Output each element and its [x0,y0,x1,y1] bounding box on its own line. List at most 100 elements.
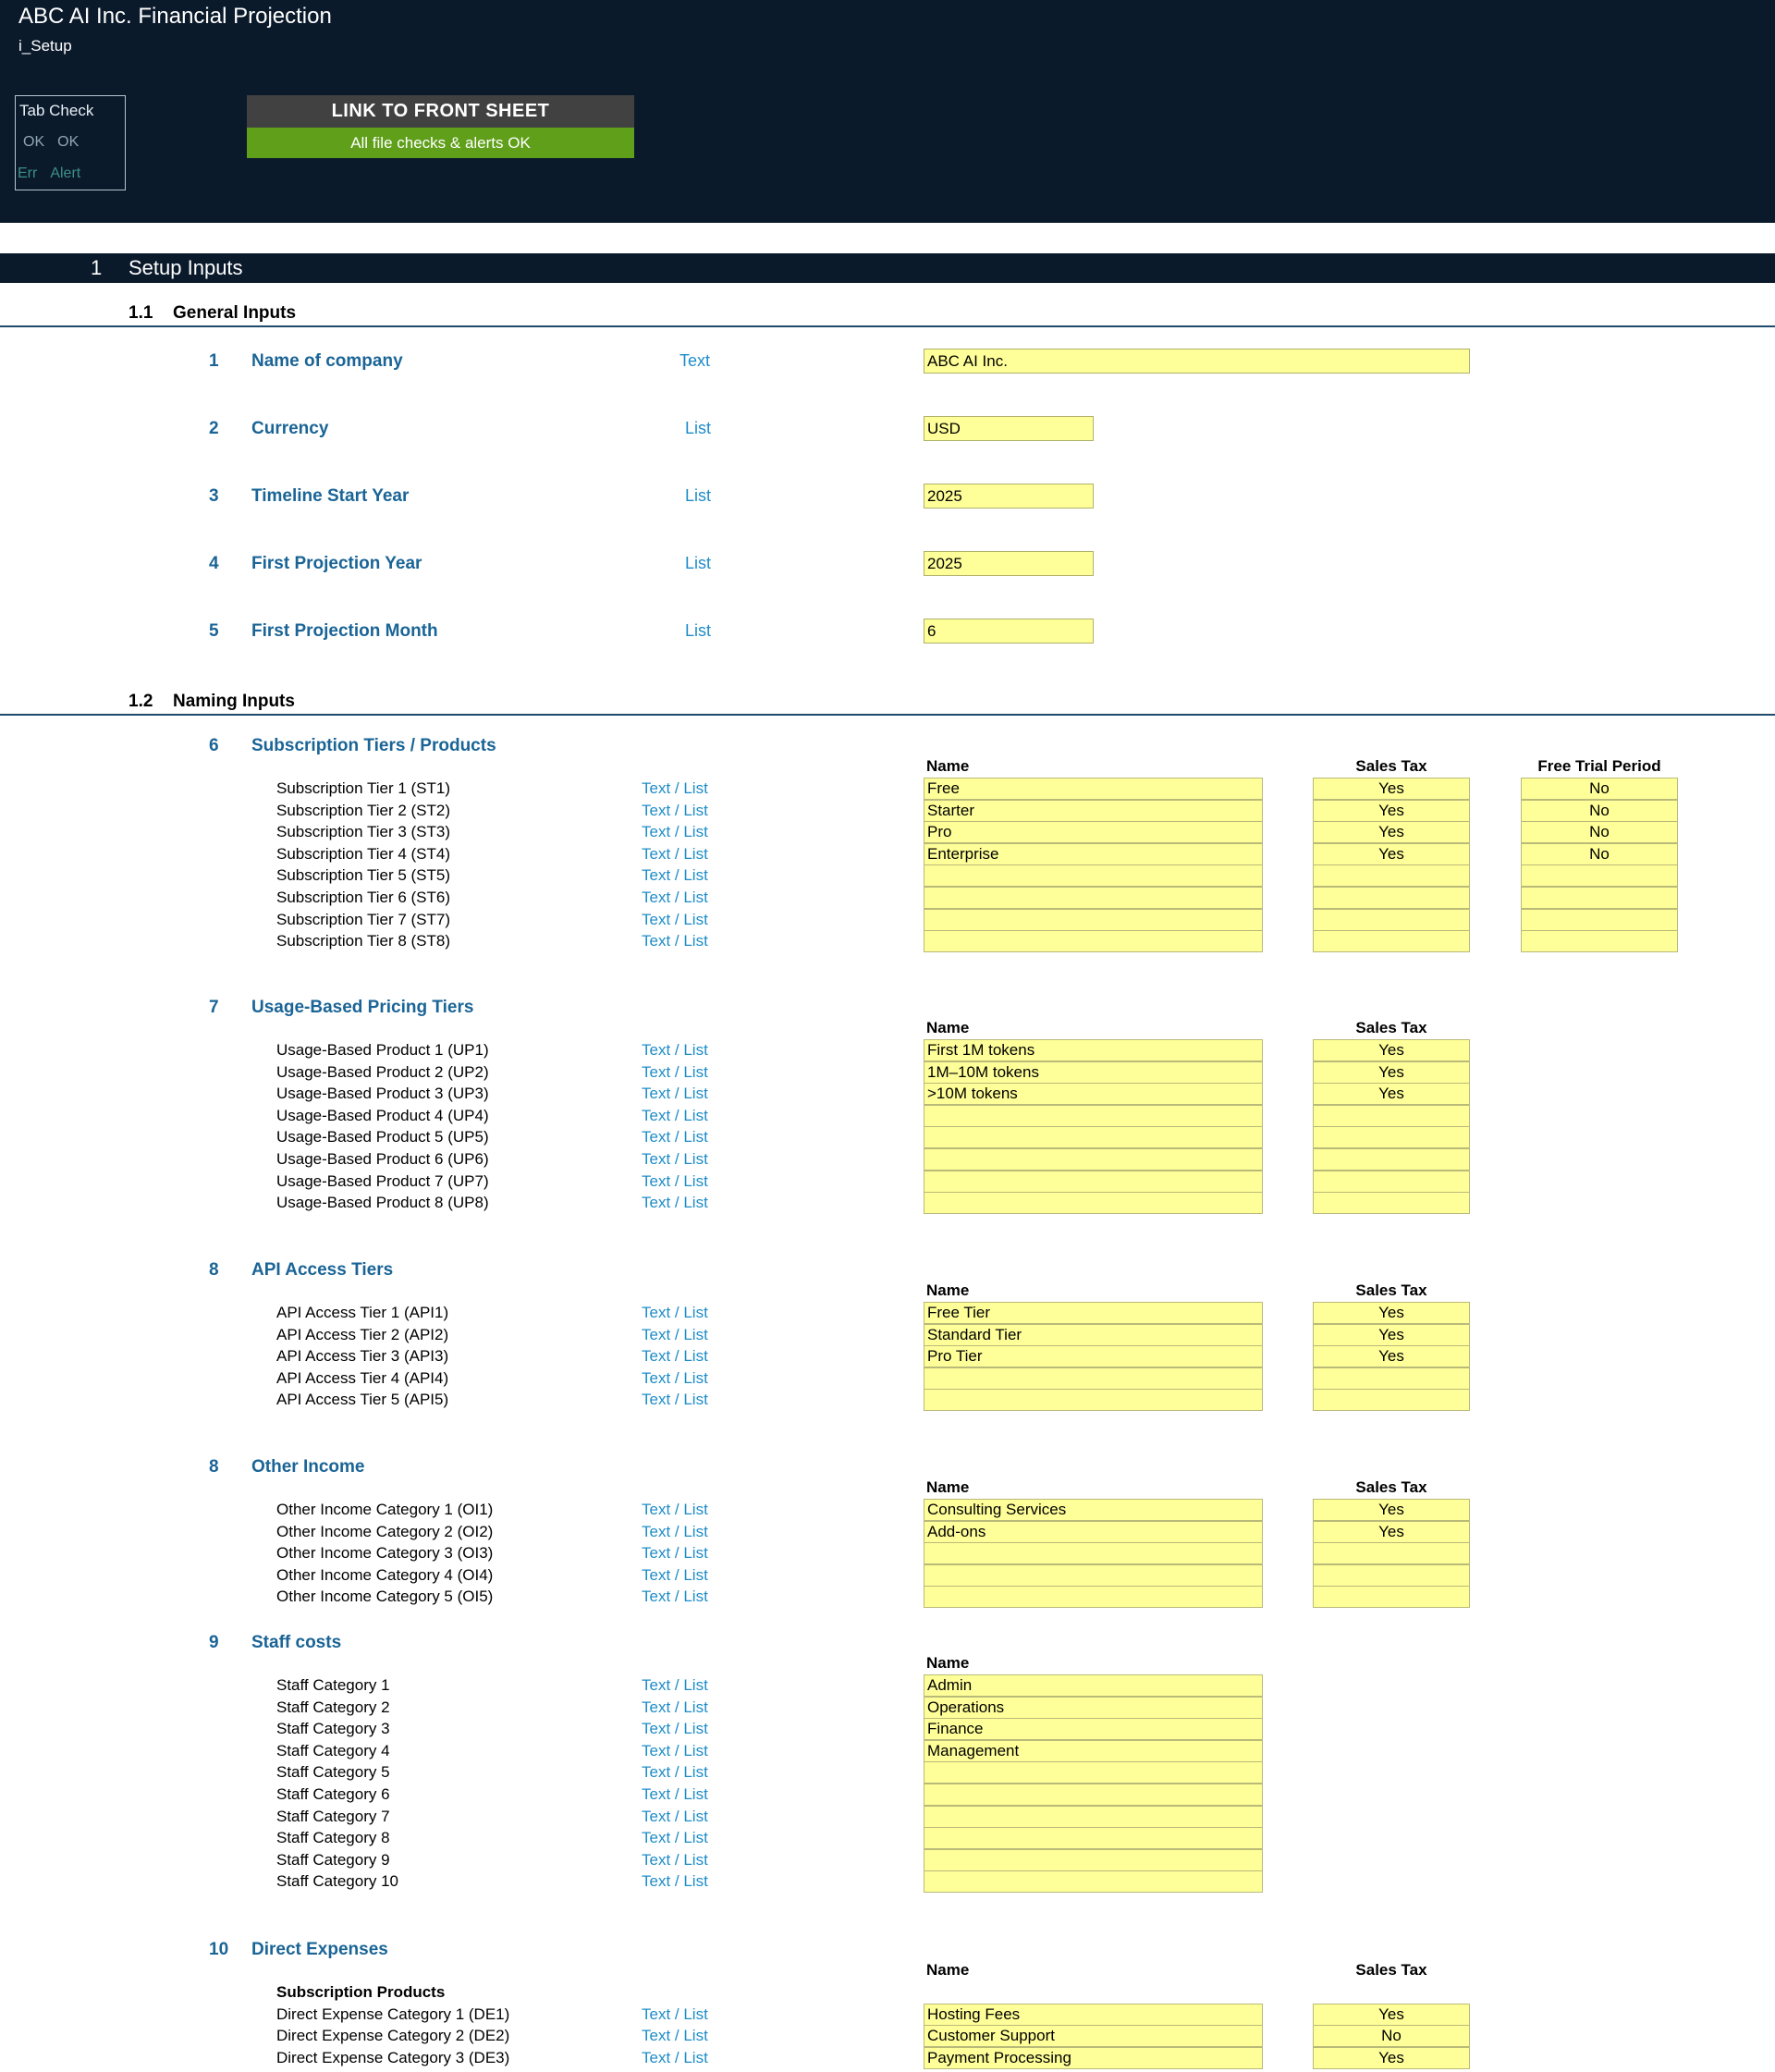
name-input-cell[interactable]: Enterprise [924,842,1263,865]
name-input-cell[interactable]: Consulting Services [924,1499,1263,1521]
sales-tax-select-cell[interactable] [1313,1126,1470,1149]
sales-tax-select-cell[interactable]: Yes [1313,842,1470,865]
name-input-cell[interactable]: Add-ons [924,1520,1263,1543]
first-projection-year-select[interactable]: 2025 [924,551,1094,576]
name-input-cell[interactable]: Free Tier [924,1302,1263,1324]
row-type-link[interactable]: Text / List [642,1128,708,1146]
row-type-link[interactable]: Text / List [642,889,708,907]
sales-tax-select-cell[interactable]: No [1313,2025,1470,2048]
row-type-link[interactable]: Text / List [642,1194,708,1212]
free-trial-select-cell[interactable]: No [1521,821,1678,844]
row-type-link[interactable]: Text / List [642,1304,708,1322]
name-input-cell[interactable] [924,1126,1263,1149]
row-type-link[interactable]: Text / List [642,1501,708,1519]
row-type-link[interactable]: Text / List [642,932,708,950]
sales-tax-select-cell[interactable] [1313,887,1470,909]
row-type-link[interactable]: Text / List [642,1808,708,1826]
row-type-link[interactable]: Text / List [642,1851,708,1870]
row-type-link[interactable]: Text / List [642,1872,708,1891]
sales-tax-select-cell[interactable]: Yes [1313,1345,1470,1368]
free-trial-select-cell[interactable]: No [1521,778,1678,800]
row-type-link[interactable]: Text / List [642,1763,708,1782]
name-input-cell[interactable] [924,1104,1263,1127]
row-type-link[interactable]: Text / List [642,1085,708,1103]
name-input-cell[interactable]: >10M tokens [924,1083,1263,1106]
sales-tax-select-cell[interactable]: Yes [1313,2003,1470,2026]
name-input-cell[interactable] [924,1170,1263,1193]
sales-tax-select-cell[interactable]: Yes [1313,1520,1470,1543]
row-type-link[interactable]: Text / List [642,802,708,820]
name-input-cell[interactable]: Pro Tier [924,1345,1263,1368]
row-type-link[interactable]: Text / List [642,1150,708,1169]
free-trial-select-cell[interactable]: No [1521,842,1678,865]
row-type-link[interactable]: Text / List [642,1523,708,1541]
row-type-link[interactable]: Text / List [642,1369,708,1388]
name-input-cell[interactable]: First 1M tokens [924,1039,1263,1061]
name-input-cell[interactable] [924,908,1263,931]
first-projection-month-select[interactable]: 6 [924,619,1094,644]
name-input-cell[interactable]: Operations [924,1696,1263,1719]
sales-tax-select-cell[interactable]: Yes [1313,778,1470,800]
name-input-cell[interactable] [924,930,1263,953]
name-input-cell[interactable] [924,1784,1263,1806]
row-type-link[interactable]: Text / List [642,845,708,864]
currency-select[interactable]: USD [924,416,1094,441]
row-type-link[interactable]: Text / List [642,866,708,885]
row-type-link[interactable]: Text / List [642,911,708,929]
name-input-cell[interactable] [924,1761,1263,1784]
name-input-cell[interactable]: Admin [924,1674,1263,1697]
row-type-link[interactable]: Text / List [642,1742,708,1760]
row-type-link[interactable]: Text / List [642,2027,708,2045]
row-type-link[interactable]: Text / List [642,1391,708,1409]
row-type-link[interactable]: Text / List [642,1544,708,1563]
row-type-link[interactable]: Text / List [642,1347,708,1366]
row-type-link[interactable]: Text / List [642,779,708,798]
name-input-cell[interactable] [924,1848,1263,1871]
row-type-link[interactable]: Text / List [642,1829,708,1847]
sales-tax-select-cell[interactable]: Yes [1313,1061,1470,1084]
free-trial-select-cell[interactable] [1521,908,1678,931]
sales-tax-select-cell[interactable]: Yes [1313,821,1470,844]
name-input-cell[interactable] [924,1148,1263,1171]
name-input-cell[interactable] [924,1563,1263,1587]
name-input-cell[interactable]: Standard Tier [924,1323,1263,1346]
row-type-link[interactable]: Text / List [642,1785,708,1804]
name-input-cell[interactable]: Hosting Fees [924,2003,1263,2026]
row-type-link[interactable]: Text / List [642,1172,708,1191]
sales-tax-select-cell[interactable] [1313,930,1470,953]
company-name-input[interactable]: ABC AI Inc. [924,349,1470,374]
name-input-cell[interactable] [924,1586,1263,1609]
name-input-cell[interactable] [924,864,1263,888]
name-input-cell[interactable]: Pro [924,821,1263,844]
row-type-link[interactable]: Text / List [642,1698,708,1717]
sales-tax-select-cell[interactable] [1313,1170,1470,1193]
row-type-link[interactable]: Text / List [642,823,708,841]
name-input-cell[interactable] [924,1542,1263,1565]
row-type-link[interactable]: Text / List [642,2049,708,2067]
name-input-cell[interactable] [924,1389,1263,1412]
name-input-cell[interactable] [924,1367,1263,1390]
sales-tax-select-cell[interactable] [1313,1192,1470,1215]
sales-tax-select-cell[interactable] [1313,1542,1470,1565]
name-input-cell[interactable] [924,1870,1263,1894]
timeline-start-year-select[interactable]: 2025 [924,484,1094,509]
sales-tax-select-cell[interactable] [1313,1563,1470,1587]
free-trial-select-cell[interactable] [1521,930,1678,953]
sales-tax-select-cell[interactable] [1313,908,1470,931]
name-input-cell[interactable]: Starter [924,799,1263,822]
sales-tax-select-cell[interactable]: Yes [1313,1323,1470,1346]
name-input-cell[interactable] [924,887,1263,909]
row-type-link[interactable]: Text / List [642,1720,708,1738]
sales-tax-select-cell[interactable] [1313,1104,1470,1127]
row-type-link[interactable]: Text / List [642,1063,708,1082]
free-trial-select-cell[interactable] [1521,887,1678,909]
sales-tax-select-cell[interactable]: Yes [1313,2046,1470,2069]
sales-tax-select-cell[interactable] [1313,864,1470,888]
row-type-link[interactable]: Text / List [642,1041,708,1060]
sales-tax-select-cell[interactable]: Yes [1313,1039,1470,1061]
row-type-link[interactable]: Text / List [642,2005,708,2024]
name-input-cell[interactable] [924,1827,1263,1850]
name-input-cell[interactable]: 1M–10M tokens [924,1061,1263,1084]
free-trial-select-cell[interactable] [1521,864,1678,888]
row-type-link[interactable]: Text / List [642,1676,708,1695]
